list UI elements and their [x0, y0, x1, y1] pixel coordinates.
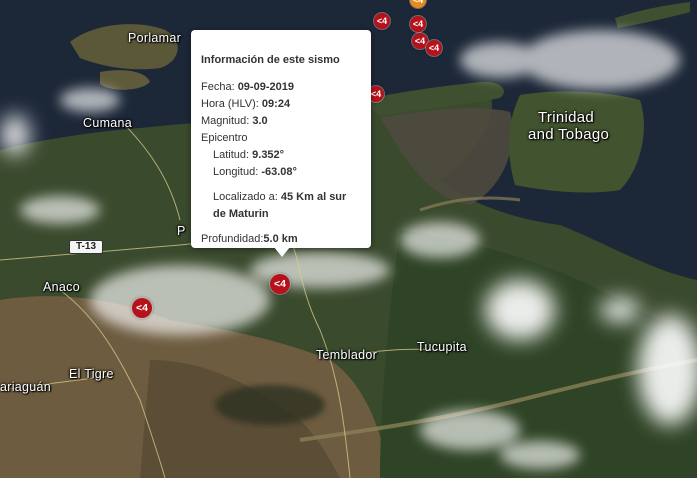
popup-tip	[274, 247, 290, 257]
place-label-mariaguan: ariaguán	[0, 380, 52, 394]
popup-hora: Hora (HLV): 09:24	[201, 98, 291, 110]
satellite-map[interactable]: Porlamar Cumana Trinidad and Tobago P An…	[0, 0, 697, 478]
place-label-el-tigre: El Tigre	[69, 367, 114, 381]
earthquake-info-popup: Información de este sismo Fecha: 09-09-2…	[191, 30, 371, 248]
earthquake-marker[interactable]: <4	[410, 16, 426, 32]
place-label-tucupita: Tucupita	[417, 340, 467, 354]
popup-latitud: Latitud: 9.352°	[213, 149, 285, 161]
earthquake-marker[interactable]: <4	[374, 13, 390, 29]
popup-magnitud: Magnitud: 3.0	[201, 115, 268, 127]
place-label-anaco: Anaco	[43, 280, 80, 294]
road-shield-t13: T-13	[69, 240, 104, 254]
popup-localizado: Localizado a: 45 Km al sur de Maturin	[213, 191, 347, 220]
place-label-temblador: Temblador	[316, 348, 378, 362]
popup-fecha: Fecha: 09-09-2019	[201, 81, 294, 93]
earthquake-marker-selected[interactable]: <4	[270, 274, 290, 294]
earthquake-marker[interactable]: <4	[132, 298, 152, 318]
popup-longitud: Longitud: -63.08°	[213, 166, 297, 178]
place-label-trinidad: Trinidad and Tobago	[528, 109, 609, 143]
popup-title: Información de este sismo	[201, 54, 340, 66]
place-label-porlamar: Porlamar	[128, 31, 182, 45]
place-label-trinidad-line1: Trinidad	[538, 109, 595, 126]
place-label-cumana: Cumana	[83, 116, 133, 130]
popup-epicentro-heading: Epicentro	[201, 132, 248, 144]
place-label-partial: P	[177, 224, 186, 238]
popup-profundidad: Profundidad:5.0 km	[201, 233, 298, 245]
earthquake-marker[interactable]: <4	[426, 40, 442, 56]
place-label-trinidad-line2: and Tobago	[528, 126, 610, 143]
